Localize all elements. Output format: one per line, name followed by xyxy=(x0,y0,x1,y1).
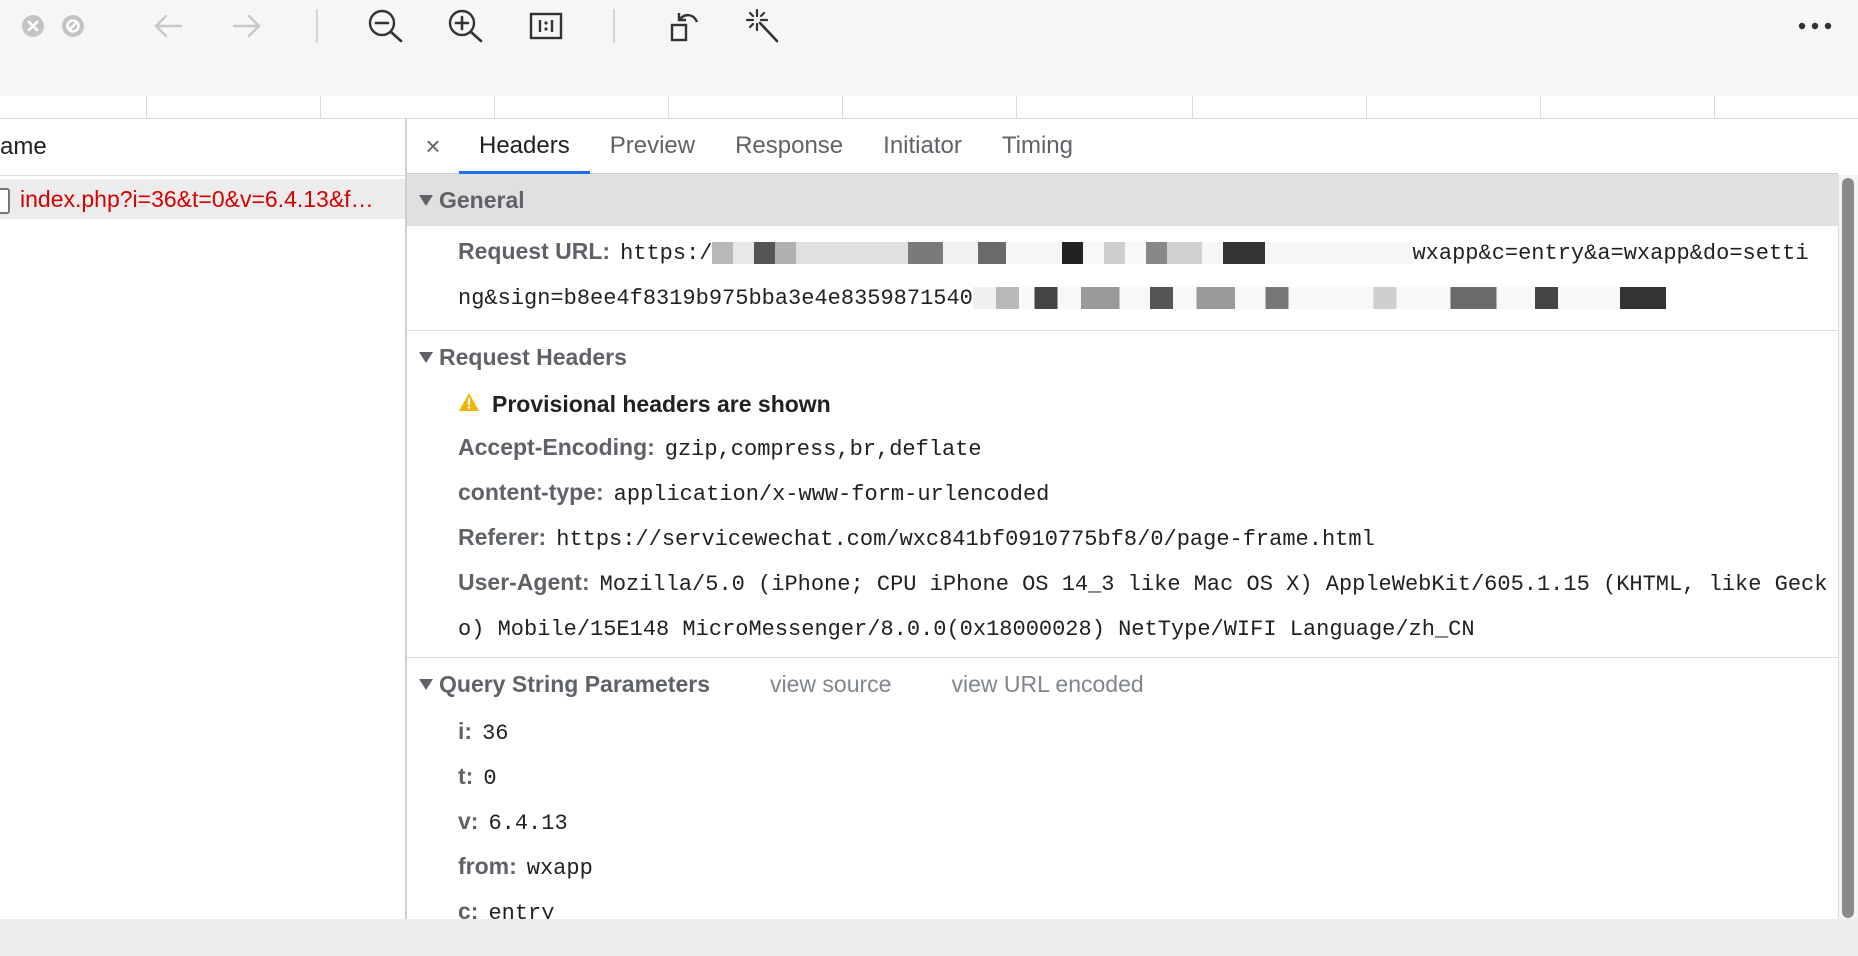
name-column-label: ame xyxy=(0,133,47,160)
collapse-triangle-icon xyxy=(419,351,433,363)
param-value: 0 xyxy=(483,766,497,791)
header-row-accept-encoding: Accept-Encoding: gzip,compress,br,deflate xyxy=(407,426,1838,471)
warning-icon xyxy=(458,383,480,426)
header-value: gzip,compress,br,deflate xyxy=(664,437,982,462)
param-value: 36 xyxy=(482,721,509,746)
request-headers-toggle[interactable]: Request Headers xyxy=(407,331,1838,383)
zoom-out-icon[interactable] xyxy=(366,8,406,44)
request-row[interactable]: index.php?i=36&t=0&v=6.4.13&f… xyxy=(0,179,405,219)
forward-arrow-icon[interactable] xyxy=(229,12,265,40)
param-row: c: entry xyxy=(407,890,1838,919)
header-key: User-Agent: xyxy=(458,569,590,595)
general-section: General Request URL: https:/ wxapp&c=entry… xyxy=(407,174,1838,331)
detail-tabs: × Headers Preview Response Initiator Tim… xyxy=(407,119,1838,174)
stop-circle-icon[interactable] xyxy=(60,13,86,39)
redacted-blur xyxy=(712,241,1413,264)
rotate-icon[interactable] xyxy=(666,8,704,44)
provisional-warning-text: Provisional headers are shown xyxy=(492,391,831,417)
param-key: c: xyxy=(458,898,479,919)
param-row: v: 6.4.13 xyxy=(407,800,1838,845)
request-url-mid: wxapp&c=entry&a=wxapp&do=setti xyxy=(1412,241,1809,266)
collapse-triangle-icon xyxy=(419,194,433,206)
magic-wand-icon[interactable] xyxy=(744,8,782,44)
query-params-section: Query String Parameters view source view… xyxy=(407,658,1838,919)
param-value: 6.4.13 xyxy=(488,811,568,836)
top-toolbar xyxy=(0,0,1858,96)
header-value: Mozilla/5.0 (iPhone; CPU iPhone OS 14_3 … xyxy=(458,572,1828,642)
request-detail-panel: × Headers Preview Response Initiator Tim… xyxy=(407,119,1838,919)
request-url-line2: ng&sign=b8ee4f8319b975bba3e4e8359871540 xyxy=(458,286,973,311)
detail-scrollbar[interactable] xyxy=(1838,175,1858,920)
param-key: i: xyxy=(458,718,473,744)
header-row-user-agent: User-Agent: Mozilla/5.0 (iPhone; CPU iPho… xyxy=(407,561,1838,651)
close-detail-button[interactable]: × xyxy=(407,119,459,173)
header-key: content-type: xyxy=(458,479,604,505)
waterfall-column-strip xyxy=(0,96,1858,119)
tab-initiator[interactable]: Initiator xyxy=(863,119,982,173)
request-name: index.php?i=36&t=0&v=6.4.13&f… xyxy=(20,185,374,212)
tab-timing[interactable]: Timing xyxy=(982,119,1093,173)
more-icon[interactable] xyxy=(1795,10,1835,42)
zoom-in-icon[interactable] xyxy=(446,8,486,44)
header-key: Accept-Encoding: xyxy=(458,434,655,460)
request-headers-title: Request Headers xyxy=(439,343,627,370)
back-arrow-icon[interactable] xyxy=(150,12,186,40)
param-row: from: wxapp xyxy=(407,845,1838,890)
tab-preview[interactable]: Preview xyxy=(590,119,715,173)
tab-headers[interactable]: Headers xyxy=(459,119,590,174)
redacted-blur xyxy=(972,286,1743,309)
collapse-triangle-icon xyxy=(419,678,433,690)
header-row-content-type: content-type: application/x-www-form-urle… xyxy=(407,471,1838,516)
toolbar-separator xyxy=(316,9,318,43)
request-headers-section: Request Headers Provisional headers are … xyxy=(407,331,1838,658)
view-source-button[interactable]: view source xyxy=(770,671,891,698)
header-row-referer: Referer: https://servicewechat.com/wxc841… xyxy=(407,516,1838,561)
header-value: https://servicewechat.com/wxc841bf091077… xyxy=(556,527,1375,552)
request-url-row: Request URL: https:/ wxapp&c=entry&a=wxapp… xyxy=(407,226,1838,320)
toolbar-separator xyxy=(613,9,615,43)
general-section-toggle[interactable]: General xyxy=(407,174,1838,226)
request-url-key: Request URL: xyxy=(458,238,611,264)
request-url-prefix: https:/ xyxy=(620,241,713,266)
general-title: General xyxy=(439,186,525,213)
header-key: Referer: xyxy=(458,524,547,550)
query-params-toggle[interactable]: Query String Parameters view source view… xyxy=(407,658,1838,710)
header-value: application/x-www-form-urlencoded xyxy=(613,482,1050,507)
query-params-title: Query String Parameters xyxy=(439,670,711,697)
view-url-encoded-button[interactable]: view URL encoded xyxy=(951,671,1143,698)
close-circle-icon[interactable] xyxy=(20,13,46,39)
param-key: t: xyxy=(458,763,474,789)
request-checkbox[interactable] xyxy=(0,188,10,214)
provisional-warning: Provisional headers are shown xyxy=(407,383,1838,426)
param-row: i: 36 xyxy=(407,710,1838,755)
param-key: v: xyxy=(458,808,479,834)
tab-response[interactable]: Response xyxy=(715,119,863,173)
bottom-status-bar xyxy=(0,919,1858,956)
name-column-header[interactable]: ame xyxy=(0,119,405,176)
param-row: t: 0 xyxy=(407,755,1838,800)
param-value: entry xyxy=(488,901,555,919)
request-list-panel: ame index.php?i=36&t=0&v=6.4.13&f… xyxy=(0,119,407,919)
actual-size-icon[interactable] xyxy=(528,10,564,42)
param-key: from: xyxy=(458,853,517,879)
scrollbar-thumb[interactable] xyxy=(1842,178,1854,918)
param-value: wxapp xyxy=(526,856,593,881)
